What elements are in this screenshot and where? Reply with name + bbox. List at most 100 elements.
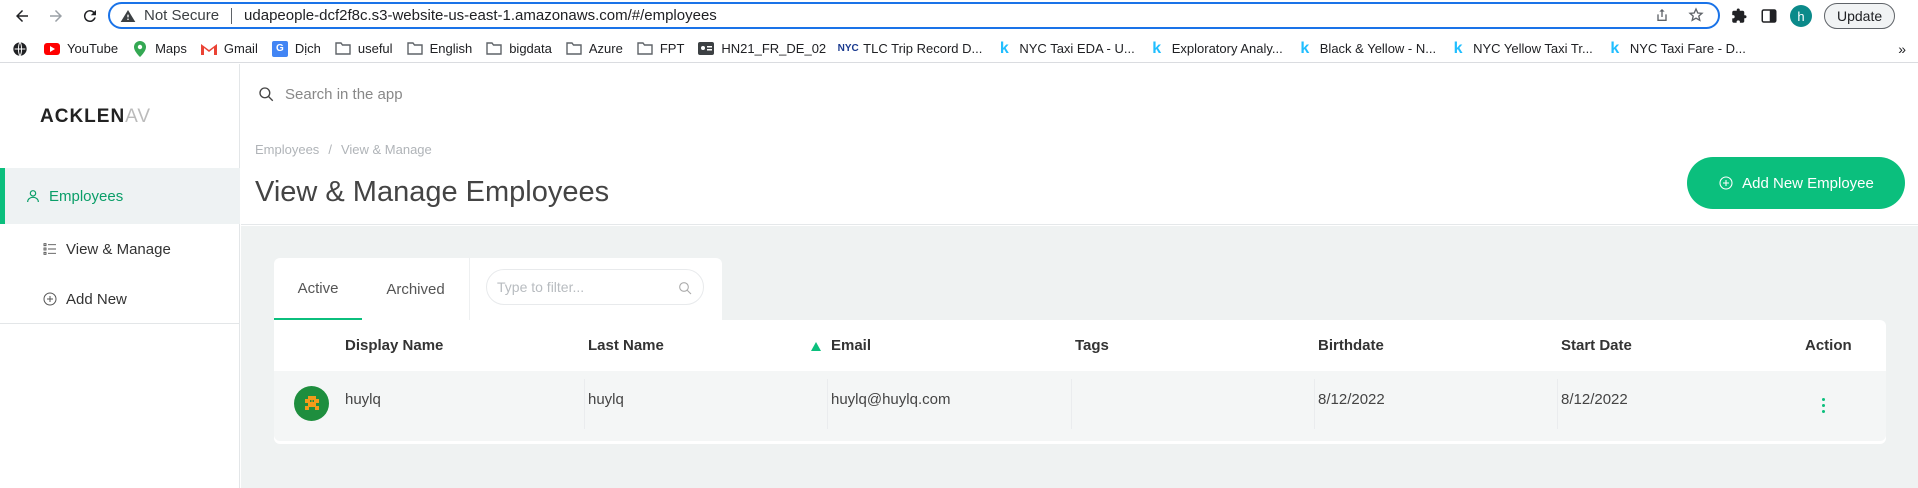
app-logo[interactable]: ACKLENAV bbox=[40, 106, 151, 128]
breadcrumb-separator: / bbox=[328, 142, 332, 157]
cell-divider bbox=[584, 379, 585, 429]
side-panel-icon[interactable] bbox=[1760, 7, 1778, 25]
back-icon[interactable] bbox=[10, 4, 34, 28]
bookmark-hn21[interactable]: HN21_FR_DE_02 bbox=[698, 41, 826, 57]
update-button[interactable]: Update bbox=[1824, 3, 1896, 29]
address-bar[interactable]: Not Secure udapeople-dcf2f8c.s3-website-… bbox=[108, 2, 1720, 29]
cell-divider bbox=[827, 379, 828, 429]
bookmark-kaggle-4[interactable]: k NYC Yellow Taxi Tr... bbox=[1450, 39, 1593, 57]
bookmark-kaggle-5[interactable]: k NYC Taxi Fare - D... bbox=[1607, 40, 1746, 57]
bookmark-tlc[interactable]: NYC TLC Trip Record D... bbox=[838, 41, 983, 57]
bookmark-youtube[interactable]: YouTube bbox=[44, 41, 118, 57]
bookmark-dich[interactable]: G Dịch bbox=[271, 40, 321, 57]
avatar bbox=[294, 386, 329, 421]
sidebar: ACKLENAV Employees View & Manage Add New bbox=[0, 64, 240, 488]
bookmark-label: Gmail bbox=[223, 41, 258, 56]
folder-icon bbox=[637, 41, 653, 57]
cell-email: huylq@huylq.com bbox=[831, 390, 951, 408]
search-input[interactable]: Search in the app bbox=[285, 86, 403, 103]
list-icon bbox=[43, 243, 56, 255]
bookmark-label: HN21_FR_DE_02 bbox=[721, 41, 827, 56]
bookmark-label: Black & Yellow - N... bbox=[1319, 41, 1437, 56]
filter-input[interactable]: Type to filter... bbox=[486, 269, 704, 305]
column-header-tags[interactable]: Tags bbox=[1075, 320, 1109, 371]
warning-icon bbox=[120, 9, 136, 22]
security-label: Not Secure bbox=[144, 7, 220, 24]
bookmark-star-icon[interactable] bbox=[1688, 7, 1704, 23]
cell-divider bbox=[1071, 379, 1072, 429]
tab-archived[interactable]: Archived bbox=[362, 258, 469, 320]
bookmark-fpt[interactable]: FPT bbox=[637, 41, 685, 57]
add-new-employee-button[interactable]: Add New Employee bbox=[1687, 157, 1905, 209]
bookmark-label: Dịch bbox=[294, 41, 321, 56]
url-text[interactable]: udapeople-dcf2f8c.s3-website-us-east-1.a… bbox=[244, 7, 717, 24]
column-header-start-date[interactable]: Start Date bbox=[1561, 320, 1632, 371]
bookmark-english[interactable]: English bbox=[406, 41, 473, 57]
column-header-birthdate[interactable]: Birthdate bbox=[1318, 320, 1384, 371]
bookmark-bigdata[interactable]: bigdata bbox=[486, 41, 552, 57]
share-icon[interactable] bbox=[1654, 7, 1670, 23]
extensions-icon[interactable] bbox=[1730, 7, 1748, 25]
bookmark-label: NYC Taxi Fare - D... bbox=[1629, 41, 1746, 56]
logo-fade: AV bbox=[125, 106, 152, 127]
profile-avatar[interactable]: h bbox=[1790, 5, 1812, 27]
plus-circle-icon bbox=[43, 292, 57, 306]
bookmark-kaggle-1[interactable]: k NYC Taxi EDA - U... bbox=[996, 40, 1135, 57]
bookmark-label: Maps bbox=[155, 41, 187, 56]
cell-divider bbox=[1314, 379, 1315, 429]
table-row[interactable]: huylq huylq huylq@huylq.com 8/12/2022 8/… bbox=[274, 371, 1886, 441]
bookmark-useful[interactable]: useful bbox=[335, 41, 393, 57]
forward-icon[interactable] bbox=[44, 4, 68, 28]
bookmark-maps[interactable]: Maps bbox=[132, 40, 187, 57]
main-content: Active Archived Type to filter... Displa… bbox=[241, 226, 1918, 488]
sidebar-item-add-new[interactable]: Add New bbox=[0, 271, 240, 327]
column-header-display-name[interactable]: Display Name bbox=[345, 320, 443, 371]
kaggle-icon: k bbox=[1453, 39, 1463, 57]
sidebar-divider bbox=[0, 323, 240, 324]
not-secure-indicator[interactable]: Not Secure bbox=[120, 7, 219, 24]
cell-display-name: huylq bbox=[345, 390, 381, 408]
breadcrumb: Employees / View & Manage bbox=[255, 142, 432, 157]
employees-table: Display Name Last Name Email Tags Birthd… bbox=[274, 320, 1886, 444]
address-divider bbox=[231, 7, 233, 24]
bookmark-label: Exploratory Analy... bbox=[1171, 41, 1283, 56]
bookmark-label: useful bbox=[357, 41, 393, 56]
cell-start-date: 8/12/2022 bbox=[1561, 390, 1628, 408]
folder-icon bbox=[486, 41, 502, 57]
breadcrumb-employees[interactable]: Employees bbox=[255, 142, 319, 157]
bookmark-label: YouTube bbox=[67, 41, 119, 56]
sort-ascending-icon[interactable] bbox=[811, 342, 821, 351]
bookmark-kaggle-3[interactable]: k Black & Yellow - N... bbox=[1297, 40, 1437, 57]
plus-circle-icon bbox=[1719, 176, 1733, 190]
bookmark-gmail[interactable]: Gmail bbox=[200, 41, 258, 57]
breadcrumb-view-manage[interactable]: View & Manage bbox=[341, 142, 432, 157]
bookmark-kaggle-2[interactable]: k Exploratory Analy... bbox=[1149, 40, 1283, 57]
row-actions-menu-icon[interactable] bbox=[1820, 398, 1826, 413]
bookmark-label: English bbox=[429, 41, 473, 56]
sidebar-item-view-manage[interactable]: View & Manage bbox=[0, 221, 240, 277]
apps-icon[interactable] bbox=[12, 41, 28, 57]
app-search-bar[interactable]: Search in the app bbox=[241, 64, 1918, 124]
more-bookmarks-button[interactable]: » bbox=[1898, 41, 1906, 57]
bookmarks-bar: YouTube Maps Gmail G Dịch useful English… bbox=[0, 35, 1918, 63]
column-header-email[interactable]: Email bbox=[831, 320, 871, 371]
bookmark-label: Azure bbox=[588, 41, 623, 56]
filter-placeholder: Type to filter... bbox=[497, 279, 585, 295]
bookmark-label: NYC Taxi EDA - U... bbox=[1019, 41, 1135, 56]
reload-icon[interactable] bbox=[78, 4, 102, 28]
tab-active[interactable]: Active bbox=[274, 258, 362, 320]
gmail-icon bbox=[200, 41, 217, 57]
column-header-last-name[interactable]: Last Name bbox=[588, 320, 664, 371]
page-header: Employees / View & Manage View & Manage Em… bbox=[241, 128, 1918, 225]
bookmark-label: bigdata bbox=[509, 41, 552, 56]
logo-main: ACKLEN bbox=[40, 106, 126, 127]
sidebar-item-employees[interactable]: Employees bbox=[0, 168, 240, 224]
maps-icon bbox=[132, 40, 148, 57]
page-title: View & Manage Employees bbox=[255, 176, 610, 208]
sidebar-item-label: Employees bbox=[49, 187, 124, 205]
folder-icon bbox=[566, 41, 582, 57]
folder-icon bbox=[406, 41, 423, 57]
bookmark-label: FPT bbox=[659, 41, 685, 56]
browser-toolbar: Not Secure udapeople-dcf2f8c.s3-website-… bbox=[0, 0, 1918, 31]
bookmark-azure[interactable]: Azure bbox=[566, 41, 623, 57]
